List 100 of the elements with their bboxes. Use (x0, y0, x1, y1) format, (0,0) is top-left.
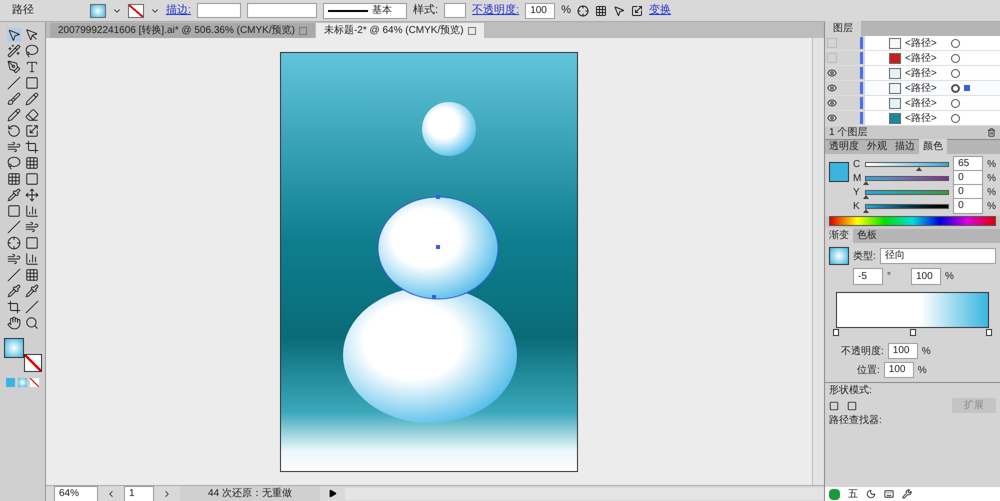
document-tab[interactable]: 未标题-2* @ 64% (CMYK/预览) (316, 23, 484, 38)
fill-color-swatch[interactable] (4, 338, 24, 358)
type-dropdown[interactable]: 径向 (880, 248, 996, 264)
stroke-weight-field[interactable] (197, 3, 242, 18)
unite-icon[interactable] (829, 400, 839, 410)
zoom-dropdown[interactable]: 64% (54, 486, 98, 501)
opacity-link[interactable]: 不透明度: (472, 2, 520, 19)
none-mode-icon[interactable] (30, 378, 39, 387)
selection-tool-icon[interactable] (6, 28, 20, 42)
transform-link[interactable]: 变换 (648, 2, 671, 19)
panel-tab[interactable]: 图层 (825, 21, 861, 36)
eye-icon[interactable] (827, 113, 837, 123)
eyedropper-tool-icon[interactable] (6, 188, 20, 202)
visibility-toggle[interactable] (827, 38, 837, 48)
type-tool-icon[interactable] (24, 60, 38, 74)
stroke-none-swatch[interactable] (24, 354, 42, 372)
wrench-icon[interactable] (902, 489, 912, 499)
delete-icon[interactable] (987, 128, 996, 137)
brush-tool-icon[interactable] (6, 92, 20, 106)
recolor-icon[interactable] (576, 4, 589, 16)
lasso-tool-icon[interactable] (24, 44, 38, 58)
opacity-label: 不透明度: (841, 344, 884, 358)
aspect-field[interactable]: 100 (911, 268, 941, 285)
percent-label: % (918, 364, 927, 378)
degree-label: ° (887, 270, 891, 284)
hand-tool-icon[interactable] (6, 316, 20, 330)
current-color-swatch[interactable] (829, 162, 849, 182)
pen-tool-icon[interactable] (6, 60, 20, 74)
gradient-stop[interactable] (986, 329, 992, 336)
eye-icon[interactable] (827, 98, 837, 108)
direct-selection-tool-icon[interactable] (24, 28, 38, 42)
close-icon[interactable] (468, 26, 476, 34)
magic-wand-tool-icon[interactable] (6, 44, 20, 58)
opacity-field[interactable]: 100 (888, 343, 918, 359)
fill-swatch[interactable] (90, 4, 106, 18)
panel-tab[interactable]: 色板 (853, 228, 881, 243)
visibility-toggle[interactable] (827, 53, 837, 63)
opacity-field[interactable]: 100 (525, 2, 556, 18)
layer-row[interactable]: <路径> (825, 66, 1000, 81)
percent-label: % (922, 344, 931, 358)
eraser-tool-icon[interactable] (24, 108, 38, 122)
panel-tab[interactable]: 透明度 (825, 139, 863, 154)
rotate-tool-icon[interactable] (6, 124, 20, 138)
zoom-tool-icon[interactable] (24, 316, 38, 330)
gradient-slider[interactable] (833, 292, 992, 338)
eye-icon[interactable] (827, 83, 837, 93)
chart-tool-icon[interactable] (24, 252, 38, 266)
gradient-stop[interactable] (910, 329, 916, 336)
panel-tab[interactable]: 颜色 (919, 139, 947, 154)
layer-name: <路径> (905, 82, 938, 96)
channel-label: Y (853, 186, 861, 200)
input-mode-text[interactable]: 五 (848, 486, 858, 501)
isolate-icon[interactable] (612, 4, 625, 16)
channel-label: K (853, 200, 861, 214)
layer-row[interactable]: <路径> (825, 111, 1000, 126)
stroke-link[interactable]: 描边: (166, 2, 192, 19)
layer-row[interactable]: <路径> (825, 96, 1000, 111)
align-icon[interactable] (594, 4, 607, 16)
layer-row[interactable]: <路径> (825, 81, 1000, 96)
angle-field[interactable]: -5 (853, 268, 883, 285)
percent-label: % (987, 200, 996, 214)
brush-definition-dropdown[interactable]: 基本 (323, 2, 408, 18)
color-mode-icon[interactable] (6, 378, 15, 387)
minus-front-icon[interactable] (847, 400, 857, 410)
location-label: 位置: (857, 364, 880, 378)
layer-row[interactable]: <路径> (825, 36, 1000, 51)
layer-name: <路径> (905, 96, 938, 110)
gradient-stop[interactable] (833, 329, 839, 336)
keyboard-icon[interactable] (884, 489, 894, 499)
eye-icon[interactable] (827, 68, 837, 78)
document-tab[interactable]: 20079992241606 [转换].ai* @ 506.36% (CMYK/预览) (50, 23, 315, 38)
pathfinder-label: 路径查找器: (829, 414, 883, 428)
transform-icon[interactable] (630, 4, 643, 16)
scale-tool-icon[interactable] (24, 124, 38, 138)
style-dropdown[interactable] (444, 3, 466, 18)
channel-label: C (853, 158, 861, 172)
gradient-preview-swatch[interactable] (829, 247, 849, 265)
percent-label: % (987, 186, 996, 200)
panel-tab[interactable]: 描边 (891, 139, 919, 154)
stroke-none-swatch[interactable] (128, 4, 144, 18)
line-tool-icon[interactable] (6, 76, 20, 90)
location-field[interactable]: 100 (884, 362, 914, 378)
color-spectrum[interactable] (829, 216, 996, 226)
graph-tool-icon[interactable] (24, 204, 38, 218)
shape-modes-label: 形状模式: (829, 384, 873, 398)
slider-thumb[interactable] (863, 194, 869, 198)
slider-thumb[interactable] (916, 166, 922, 170)
pencil-tool-icon[interactable] (24, 92, 38, 106)
layer-name: <路径> (905, 52, 938, 66)
panel-tab[interactable]: 外观 (863, 139, 891, 154)
channel-value-field[interactable]: 0 (953, 198, 984, 214)
layer-row[interactable]: <路径> (825, 51, 1000, 66)
variable-width-dropdown[interactable] (247, 3, 318, 18)
page-dropdown[interactable]: 1 (124, 486, 154, 501)
play-icon[interactable] (328, 489, 337, 498)
moon-icon[interactable] (866, 489, 876, 499)
ime-logo-icon[interactable] (829, 488, 840, 500)
slider-thumb[interactable] (863, 180, 869, 184)
panel-tab[interactable]: 渐变 (825, 228, 853, 243)
percent-label: % (945, 270, 954, 284)
